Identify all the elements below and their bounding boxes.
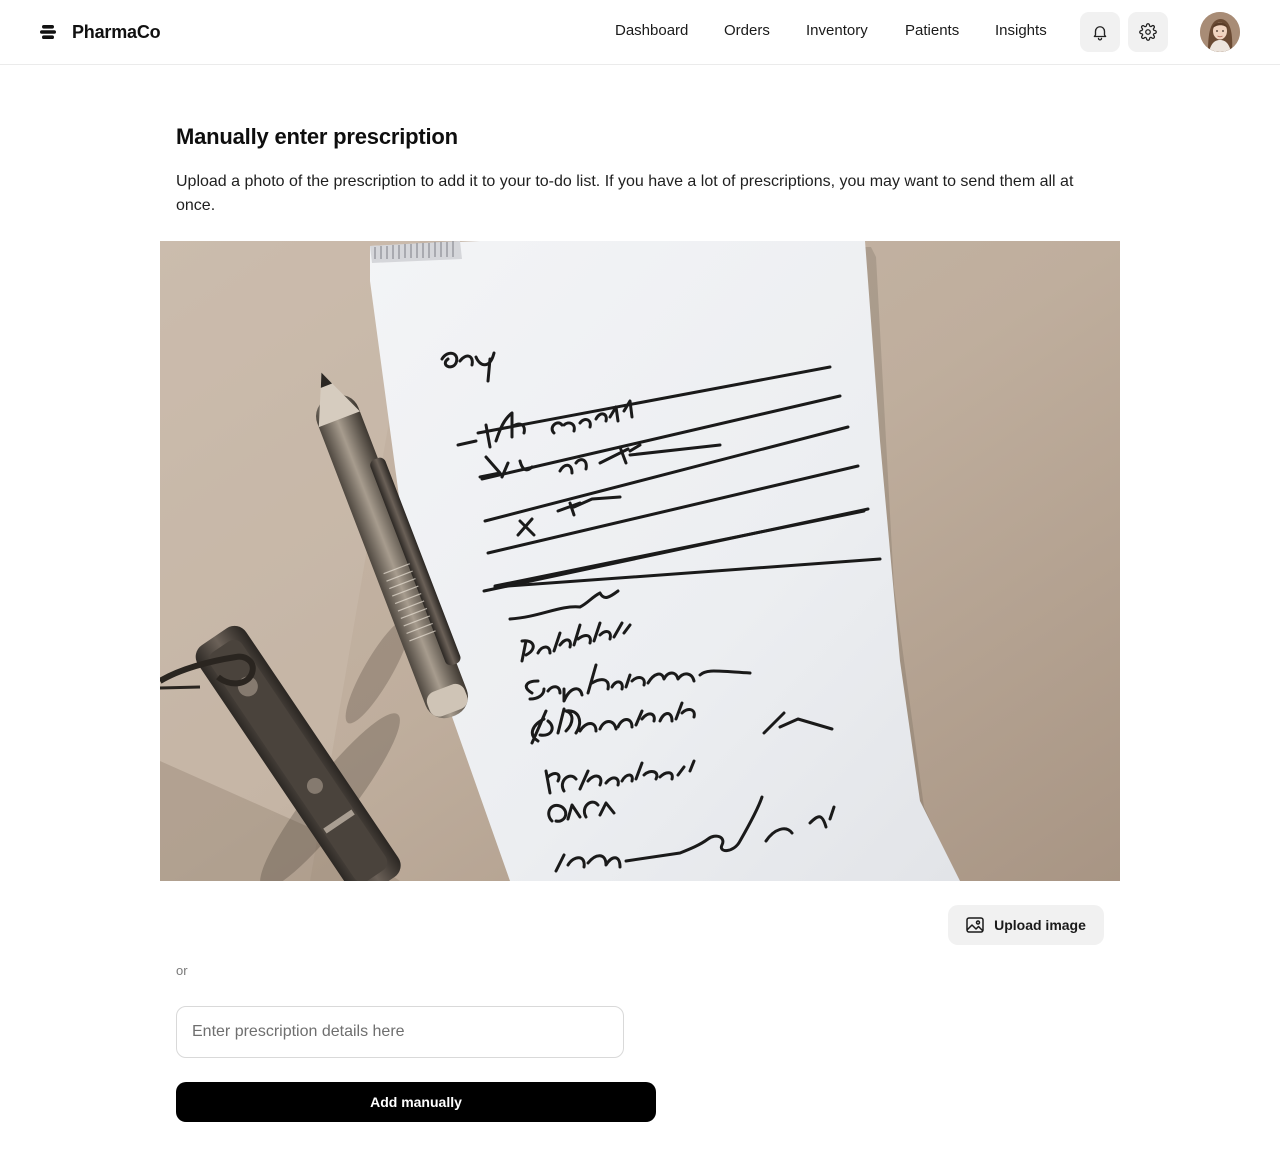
add-manually-button[interactable]: Add manually <box>176 1082 656 1122</box>
or-divider-text: or <box>176 963 188 978</box>
image-icon <box>966 917 984 933</box>
upload-image-label: Upload image <box>994 917 1086 933</box>
nav-item-inventory[interactable]: Inventory <box>806 22 868 39</box>
prescription-photo <box>160 241 1120 881</box>
brand-name: PharmaCo <box>72 21 161 42</box>
user-avatar[interactable] <box>1200 12 1240 52</box>
nav-item-patients[interactable]: Patients <box>905 22 959 39</box>
gear-icon <box>1139 23 1157 41</box>
page-description: Upload a photo of the prescription to ad… <box>176 173 1074 214</box>
prescription-details-input[interactable] <box>176 1006 624 1058</box>
nav-item-dashboard[interactable]: Dashboard <box>615 22 688 39</box>
brand[interactable]: PharmaCo <box>38 19 161 45</box>
nav-item-orders[interactable]: Orders <box>724 22 770 39</box>
upload-image-button[interactable]: Upload image <box>948 905 1104 945</box>
pharmaco-logo-icon <box>38 22 58 42</box>
page-title: Manually enter prescription <box>176 124 458 149</box>
top-nav-bar: PharmaCo Dashboard Orders Inventory Pati… <box>0 0 1280 65</box>
bell-icon <box>1091 23 1109 41</box>
nav-item-insights[interactable]: Insights <box>995 22 1047 39</box>
settings-button[interactable] <box>1128 12 1168 52</box>
notifications-button[interactable] <box>1080 12 1120 52</box>
